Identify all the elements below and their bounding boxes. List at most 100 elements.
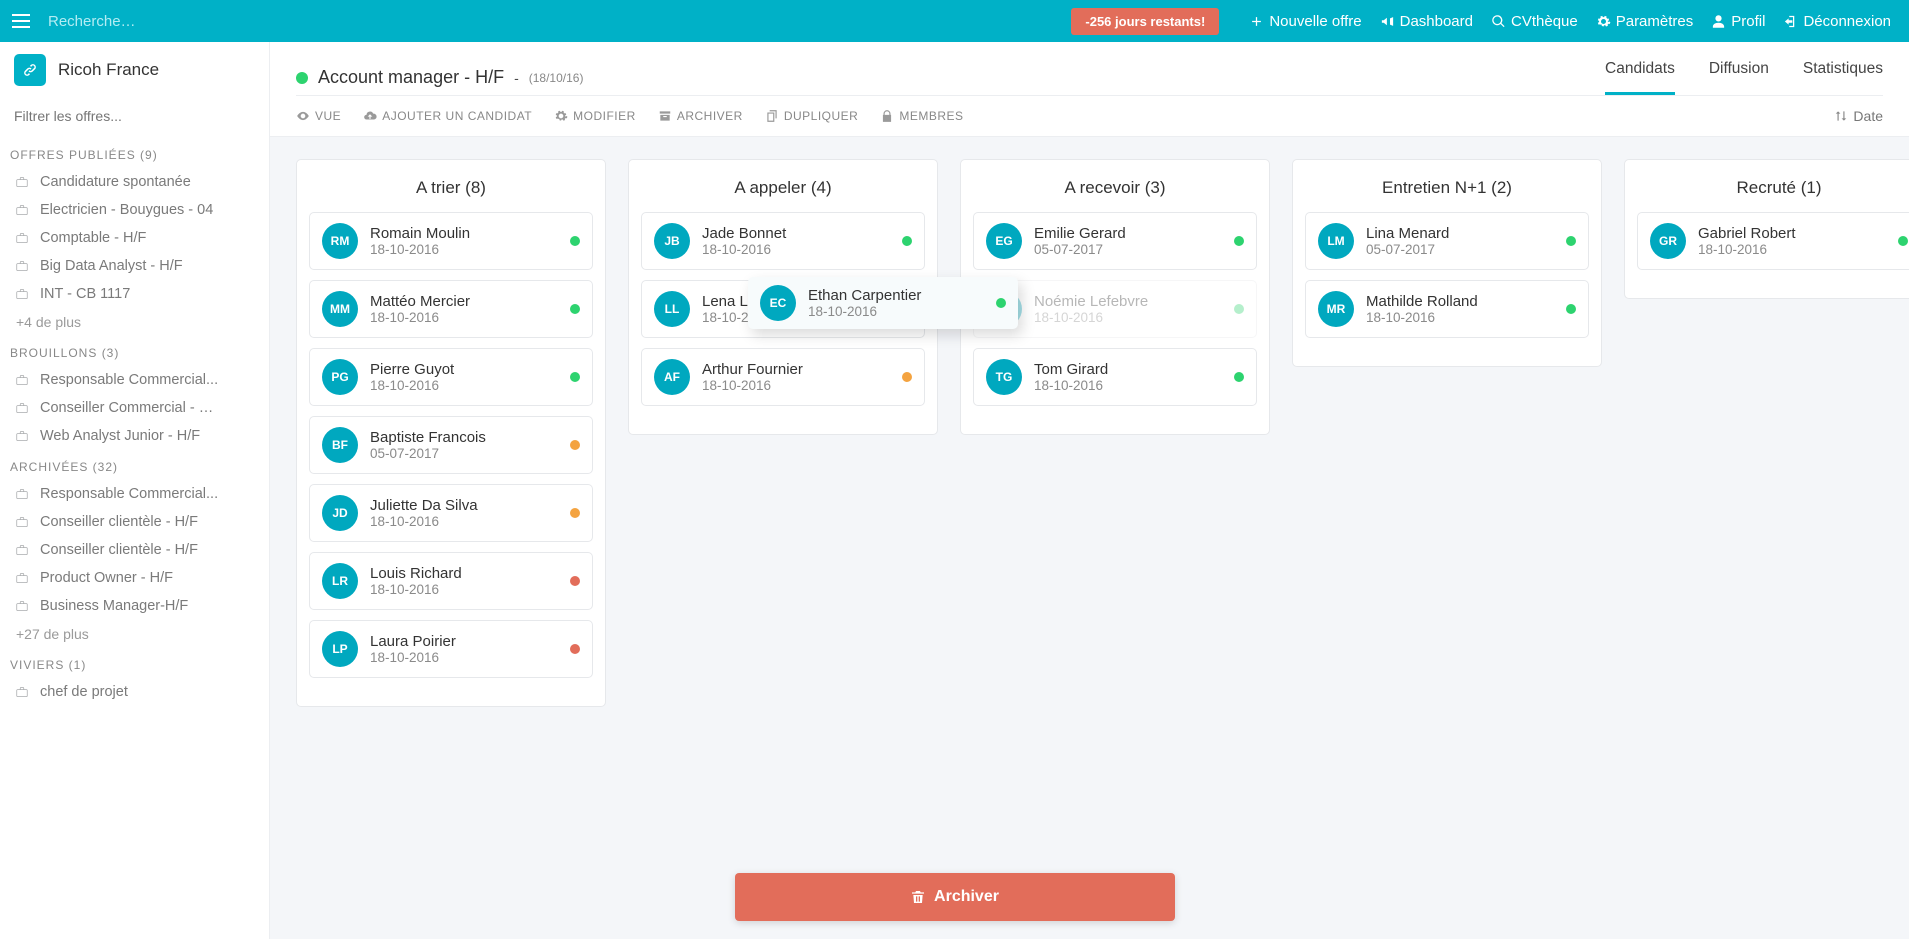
candidate-card[interactable]: MRMathilde Rolland18-10-2016 <box>1305 280 1589 338</box>
sidebar-item-publiee[interactable]: Big Data Analyst - H/F <box>0 252 269 280</box>
avatar: GR <box>1650 223 1686 259</box>
candidate-card[interactable]: LMLina Menard05-07-2017 <box>1305 212 1589 270</box>
publiees-more[interactable]: +4 de plus <box>0 308 269 336</box>
sidebar-item-archivee[interactable]: Conseiller clientèle - H/F <box>0 508 269 536</box>
org-header[interactable]: Ricoh France <box>0 42 269 98</box>
candidate-card[interactable]: EGEmilie Gerard05-07-2017 <box>973 212 1257 270</box>
candidate-card[interactable]: LRLouis Richard18-10-2016 <box>309 552 593 610</box>
sort-button[interactable]: Date <box>1834 108 1883 124</box>
tool-label: VUE <box>315 109 341 123</box>
hamburger-icon <box>12 14 30 28</box>
sidebar-item-archivee[interactable]: Responsable Commercial... <box>0 480 269 508</box>
global-search-placeholder[interactable]: Recherche… <box>42 13 342 30</box>
column-title: A trier (8) <box>309 172 593 212</box>
sidebar-item-publiee[interactable]: Electricien - Bouygues - 04 <box>0 196 269 224</box>
filter-offers-input[interactable] <box>14 108 255 124</box>
avatar: AF <box>654 359 690 395</box>
tool-label: MODIFIER <box>573 109 636 123</box>
status-dot-icon <box>1566 304 1576 314</box>
candidate-name: Arthur Fournier <box>702 361 890 378</box>
kanban-column-recrute[interactable]: Recruté (1)GRGabriel Robert18-10-2016 <box>1624 159 1909 299</box>
candidate-card[interactable]: BFBaptiste Francois05-07-2017 <box>309 416 593 474</box>
avatar: EG <box>986 223 1022 259</box>
candidate-card[interactable]: TGTom Girard18-10-2016 <box>973 348 1257 406</box>
tool-vue[interactable]: VUE <box>296 109 341 123</box>
nav-dashboard[interactable]: Dashboard <box>1380 13 1473 30</box>
candidate-date: 18-10-2016 <box>702 242 890 257</box>
candidate-card[interactable]: JBJade Bonnet18-10-2016 <box>641 212 925 270</box>
tool-archiver[interactable]: ARCHIVER <box>658 109 743 123</box>
candidate-card[interactable]: MMMattéo Mercier18-10-2016 <box>309 280 593 338</box>
tab-candidats[interactable]: Candidats <box>1605 60 1675 95</box>
sidebar-item-label: Conseiller clientèle - H/F <box>40 542 198 558</box>
candidate-card[interactable]: PG Pierre Guyot18-10-2016 <box>309 348 593 406</box>
tool-membres[interactable]: MEMBRES <box>880 109 963 123</box>
candidate-date: 18-10-2016 <box>808 304 984 319</box>
status-dot-icon <box>570 236 580 246</box>
tool-modifier[interactable]: MODIFIER <box>554 109 636 123</box>
tool-label: MEMBRES <box>899 109 963 123</box>
candidate-date: 18-10-2016 <box>370 378 558 393</box>
candidate-name: Louis Richard <box>370 565 558 582</box>
tool-label: AJOUTER UN CANDIDAT <box>382 109 532 123</box>
nav-cvtheque[interactable]: CVthèque <box>1491 13 1578 30</box>
candidate-card[interactable]: RMRomain Moulin18-10-2016 <box>309 212 593 270</box>
avatar: PG <box>322 359 358 395</box>
candidate-name: Mattéo Mercier <box>370 293 558 310</box>
sidebar-item-label: Business Manager-H/F <box>40 598 188 614</box>
archivees-more[interactable]: +27 de plus <box>0 620 269 648</box>
kanban-column-trier[interactable]: A trier (8)RMRomain Moulin18-10-2016 MM Ma… <box>296 159 606 707</box>
nav-logout[interactable]: Déconnexion <box>1783 13 1891 30</box>
job-date: (18/10/16) <box>529 71 584 85</box>
logout-icon <box>1783 14 1798 29</box>
candidate-card[interactable]: AFArthur Fournier18-10-2016 <box>641 348 925 406</box>
candidate-card[interactable]: GRGabriel Robert18-10-2016 <box>1637 212 1909 270</box>
candidate-date: 05-07-2017 <box>1034 242 1222 257</box>
candidate-name: Baptiste Francois <box>370 429 558 446</box>
candidate-card[interactable]: LPLaura Poirier18-10-2016 <box>309 620 593 678</box>
sidebar-item-publiee[interactable]: Candidature spontanée <box>0 168 269 196</box>
section-archivees-title: ARCHIVÉES (32) <box>0 450 269 480</box>
sidebar-item-label: Responsable Commercial... <box>40 372 218 388</box>
candidate-name: Mathilde Rolland <box>1366 293 1554 310</box>
archive-dropzone-button[interactable]: Archiver <box>735 873 1175 921</box>
nav-nouvelle-offre[interactable]: Nouvelle offre <box>1249 13 1361 30</box>
avatar: LM <box>1318 223 1354 259</box>
candidate-name: Pierre Guyot <box>370 361 558 378</box>
sidebar-item-archivee[interactable]: Product Owner - H/F <box>0 564 269 592</box>
sidebar-item-label: Comptable - H/F <box>40 230 146 246</box>
nav-profil[interactable]: Profil <box>1711 13 1765 30</box>
tab-diffusion[interactable]: Diffusion <box>1709 60 1769 95</box>
status-dot-icon <box>902 372 912 382</box>
tool-ajouter-candidat[interactable]: AJOUTER UN CANDIDAT <box>363 109 532 123</box>
sidebar-item-brouillon[interactable]: Responsable Commercial... <box>0 366 269 394</box>
sort-label: Date <box>1853 108 1883 124</box>
sidebar-item-brouillon[interactable]: Conseiller Commercial - … <box>0 394 269 422</box>
nav-label: Dashboard <box>1400 13 1473 30</box>
kanban-column-entretien[interactable]: Entretien N+1 (2)LMLina Menard05-07-2017… <box>1292 159 1602 367</box>
status-dot-icon <box>1898 236 1908 246</box>
sidebar-item-label: INT - CB 1117 <box>40 286 130 302</box>
candidate-date: 18-10-2016 <box>370 582 558 597</box>
candidate-card[interactable]: JDJuliette Da Silva18-10-2016 <box>309 484 593 542</box>
sidebar-item-label: Product Owner - H/F <box>40 570 173 586</box>
tab-statistiques[interactable]: Statistiques <box>1803 60 1883 95</box>
dragging-card[interactable]: EC Ethan Carpentier 18-10-2016 <box>748 277 1018 329</box>
sidebar-item-label: Conseiller clientèle - H/F <box>40 514 198 530</box>
status-dot-icon <box>1234 304 1244 314</box>
sidebar-item-archivee[interactable]: Conseiller clientèle - H/F <box>0 536 269 564</box>
user-icon <box>1711 14 1726 29</box>
sidebar-item-publiee[interactable]: Comptable - H/F <box>0 224 269 252</box>
nav-label: Profil <box>1731 13 1765 30</box>
hamburger-button[interactable] <box>0 0 42 42</box>
nav-parametres[interactable]: Paramètres <box>1596 13 1694 30</box>
org-name: Ricoh France <box>58 60 159 80</box>
sidebar-item-vivier[interactable]: chef de projet <box>0 678 269 706</box>
sidebar-item-archivee[interactable]: Business Manager-H/F <box>0 592 269 620</box>
avatar: MM <box>322 291 358 327</box>
tool-dupliquer[interactable]: DUPLIQUER <box>765 109 859 123</box>
sidebar-item-publiee[interactable]: INT - CB 1117 <box>0 280 269 308</box>
job-header: Account manager - H/F - (18/10/16) Candi… <box>270 42 1909 96</box>
avatar: JB <box>654 223 690 259</box>
sidebar-item-brouillon[interactable]: Web Analyst Junior - H/F <box>0 422 269 450</box>
